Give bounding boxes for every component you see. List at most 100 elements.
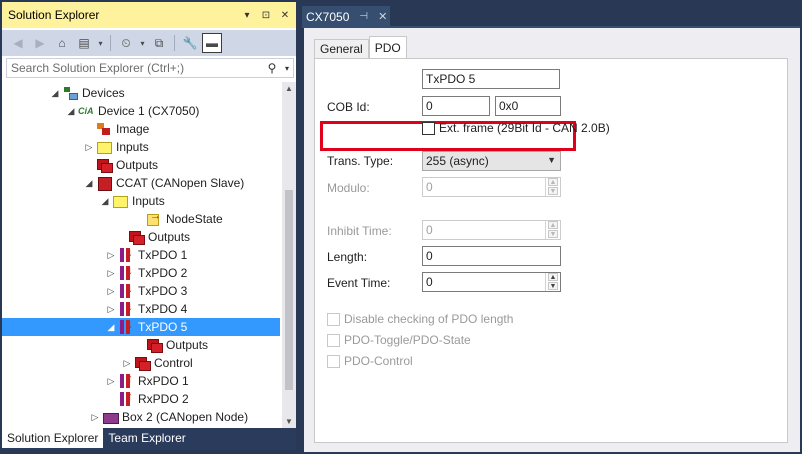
- switch-views-dropdown-icon[interactable]: ▾: [96, 33, 105, 53]
- tree-item-ccat[interactable]: ◢ CCAT (CANopen Slave): [2, 174, 280, 192]
- scroll-down-arrow-icon[interactable]: ▼: [285, 417, 293, 426]
- stepper-down-icon[interactable]: ▼: [548, 187, 558, 195]
- txpdo-icon: ↓: [118, 245, 134, 262]
- tree-item-txpdo-4[interactable]: ▷ ↓ TxPDO 4: [2, 299, 280, 318]
- cob-id-field[interactable]: 0: [422, 96, 490, 116]
- properties-wrench-icon[interactable]: 🔧: [180, 33, 200, 53]
- checkbox-box[interactable]: [327, 312, 340, 326]
- tree-item-label: Outputs: [166, 338, 209, 352]
- txpdo-icon: ↓: [118, 281, 134, 298]
- collapse-arrow-icon[interactable]: ◢: [64, 102, 78, 120]
- tree-item-rxpdo-1[interactable]: ▷ ↑ RxPDO 1: [2, 371, 280, 390]
- cia-device-icon: CiA: [78, 106, 94, 116]
- tree-vertical-scrollbar[interactable]: ▲ ▼: [282, 82, 296, 428]
- collapse-arrow-icon[interactable]: ◢: [48, 84, 62, 102]
- tree-item-label: Control: [154, 356, 193, 370]
- tree-item-txpdo-1[interactable]: ▷ ↓ TxPDO 1: [2, 245, 280, 264]
- rxpdo-icon: ↑: [118, 389, 134, 406]
- collapse-arrow-icon[interactable]: ◢: [98, 192, 112, 210]
- tree-item-outputs[interactable]: Outputs: [2, 156, 280, 174]
- tree-item-label: TxPDO 5: [138, 320, 188, 334]
- search-icon[interactable]: ⚲: [263, 61, 281, 75]
- rxpdo-icon: ↑: [118, 371, 134, 388]
- explorer-bottom-tabs: Solution Explorer Team Explorer: [2, 428, 296, 450]
- tree-item-txpdo-2[interactable]: ▷ ↓ TxPDO 2: [2, 263, 280, 282]
- back-icon[interactable]: ◀: [8, 33, 28, 53]
- checkbox-label: Disable checking of PDO length: [344, 312, 514, 326]
- checkbox-box[interactable]: [327, 354, 340, 368]
- inputs-folder-icon: [112, 194, 128, 208]
- search-options-dropdown-icon[interactable]: ▾: [281, 64, 293, 73]
- stepper-down-icon[interactable]: ▼: [548, 282, 558, 290]
- expand-arrow-icon[interactable]: ▷: [104, 300, 118, 318]
- stepper-buttons: ▲ ▼: [545, 178, 560, 196]
- trans-type-value: 255 (async): [426, 154, 489, 168]
- expand-arrow-icon[interactable]: ▷: [88, 408, 102, 426]
- tab-solution-explorer[interactable]: Solution Explorer: [2, 428, 104, 448]
- scroll-up-arrow-icon[interactable]: ▲: [285, 84, 293, 93]
- tab-pdo[interactable]: PDO: [368, 36, 407, 58]
- trans-type-select[interactable]: 255 (async) ▼: [422, 151, 561, 171]
- ext-frame-checkbox[interactable]: Ext. frame (29Bit Id - CAN 2.0B): [422, 121, 610, 135]
- search-input[interactable]: [11, 61, 263, 75]
- stepper-up-icon[interactable]: ▲: [548, 221, 558, 229]
- tree-item-txpdo-3[interactable]: ▷ ↓ TxPDO 3: [2, 281, 280, 300]
- tree-item-txpdo-5[interactable]: ◢ ↓ TxPDO 5: [2, 317, 280, 336]
- document-tab-cx7050[interactable]: CX7050 ⊣ ✕: [302, 6, 390, 27]
- pdo-toggle-state-checkbox[interactable]: PDO-Toggle/PDO-State: [327, 333, 471, 347]
- tree-item-label: TxPDO 2: [138, 266, 188, 280]
- tree-item-devices[interactable]: ◢ Devices: [2, 84, 280, 102]
- checkbox-box[interactable]: [422, 121, 435, 135]
- auto-hide-pin-icon[interactable]: ⊡: [258, 7, 274, 23]
- expand-arrow-icon[interactable]: ▷: [104, 246, 118, 264]
- expand-arrow-icon[interactable]: ▷: [120, 354, 134, 372]
- disable-length-check-checkbox[interactable]: Disable checking of PDO length: [327, 312, 513, 326]
- cob-id-hex-field[interactable]: 0x0: [495, 96, 561, 116]
- pdo-control-checkbox[interactable]: PDO-Control: [327, 354, 413, 368]
- inhibit-time-stepper[interactable]: 0 ▲ ▼: [422, 220, 561, 240]
- forward-icon[interactable]: ▶: [30, 33, 50, 53]
- window-menu-dropdown-icon[interactable]: ▾: [239, 7, 255, 23]
- tree-item-box-2[interactable]: ▷ Box 2 (CANopen Node): [2, 408, 280, 426]
- pin-tab-icon[interactable]: ⊣: [359, 11, 368, 22]
- collapse-all-icon[interactable]: ⧉: [149, 33, 169, 53]
- filter-dropdown-icon[interactable]: ▾: [138, 33, 147, 53]
- inhibit-time-label: Inhibit Time:: [327, 224, 392, 238]
- pending-changes-filter-icon[interactable]: ⏲: [116, 33, 136, 53]
- tab-general[interactable]: General: [314, 39, 369, 58]
- expand-arrow-icon[interactable]: ▷: [104, 372, 118, 390]
- preview-selected-items-icon[interactable]: ▬: [202, 33, 222, 53]
- modulo-stepper[interactable]: 0 ▲ ▼: [422, 177, 561, 197]
- checkbox-box[interactable]: [327, 333, 340, 347]
- expand-arrow-icon[interactable]: ▷: [104, 282, 118, 300]
- length-field[interactable]: 0: [422, 246, 561, 266]
- tree-item-nodestate[interactable]: NodeState: [2, 210, 280, 228]
- tree-item-rxpdo-2[interactable]: ↑ RxPDO 2: [2, 389, 280, 408]
- collapse-arrow-icon[interactable]: ◢: [82, 174, 96, 192]
- expand-arrow-icon[interactable]: ▷: [104, 264, 118, 282]
- expand-arrow-icon[interactable]: ▷: [82, 138, 96, 156]
- stepper-up-icon[interactable]: ▲: [548, 178, 558, 186]
- document-content: General PDO TxPDO 5 COB Id: 0 0x0 Ext. f…: [304, 28, 800, 452]
- event-time-stepper[interactable]: 0 ▲ ▼: [422, 272, 561, 292]
- inhibit-time-value: 0: [426, 223, 433, 237]
- close-icon[interactable]: ✕: [277, 7, 293, 23]
- switch-views-icon[interactable]: ▤: [74, 33, 94, 53]
- pdo-name-field[interactable]: TxPDO 5: [422, 69, 560, 89]
- outputs-icon: [134, 356, 151, 371]
- tree-item-ccat-outputs[interactable]: Outputs: [2, 228, 280, 246]
- collapse-arrow-icon[interactable]: ◢: [104, 318, 118, 336]
- tree-item-inputs[interactable]: ▷ Inputs: [2, 138, 280, 156]
- scrollbar-thumb[interactable]: [285, 190, 293, 390]
- tree-item-txpdo5-outputs[interactable]: Outputs: [2, 336, 280, 354]
- close-tab-icon[interactable]: ✕: [378, 10, 387, 23]
- stepper-up-icon[interactable]: ▲: [548, 273, 558, 281]
- stepper-down-icon[interactable]: ▼: [548, 230, 558, 238]
- tab-team-explorer[interactable]: Team Explorer: [103, 428, 190, 448]
- tree-item-ccat-inputs[interactable]: ◢ Inputs: [2, 192, 280, 210]
- home-icon[interactable]: ⌂: [52, 33, 72, 53]
- tree-item-image[interactable]: Image: [2, 120, 280, 138]
- trans-type-label: Trans. Type:: [327, 154, 394, 168]
- tree-item-device-1[interactable]: ◢ CiA Device 1 (CX7050): [2, 102, 280, 120]
- tree-item-control[interactable]: ▷ Control: [2, 354, 280, 372]
